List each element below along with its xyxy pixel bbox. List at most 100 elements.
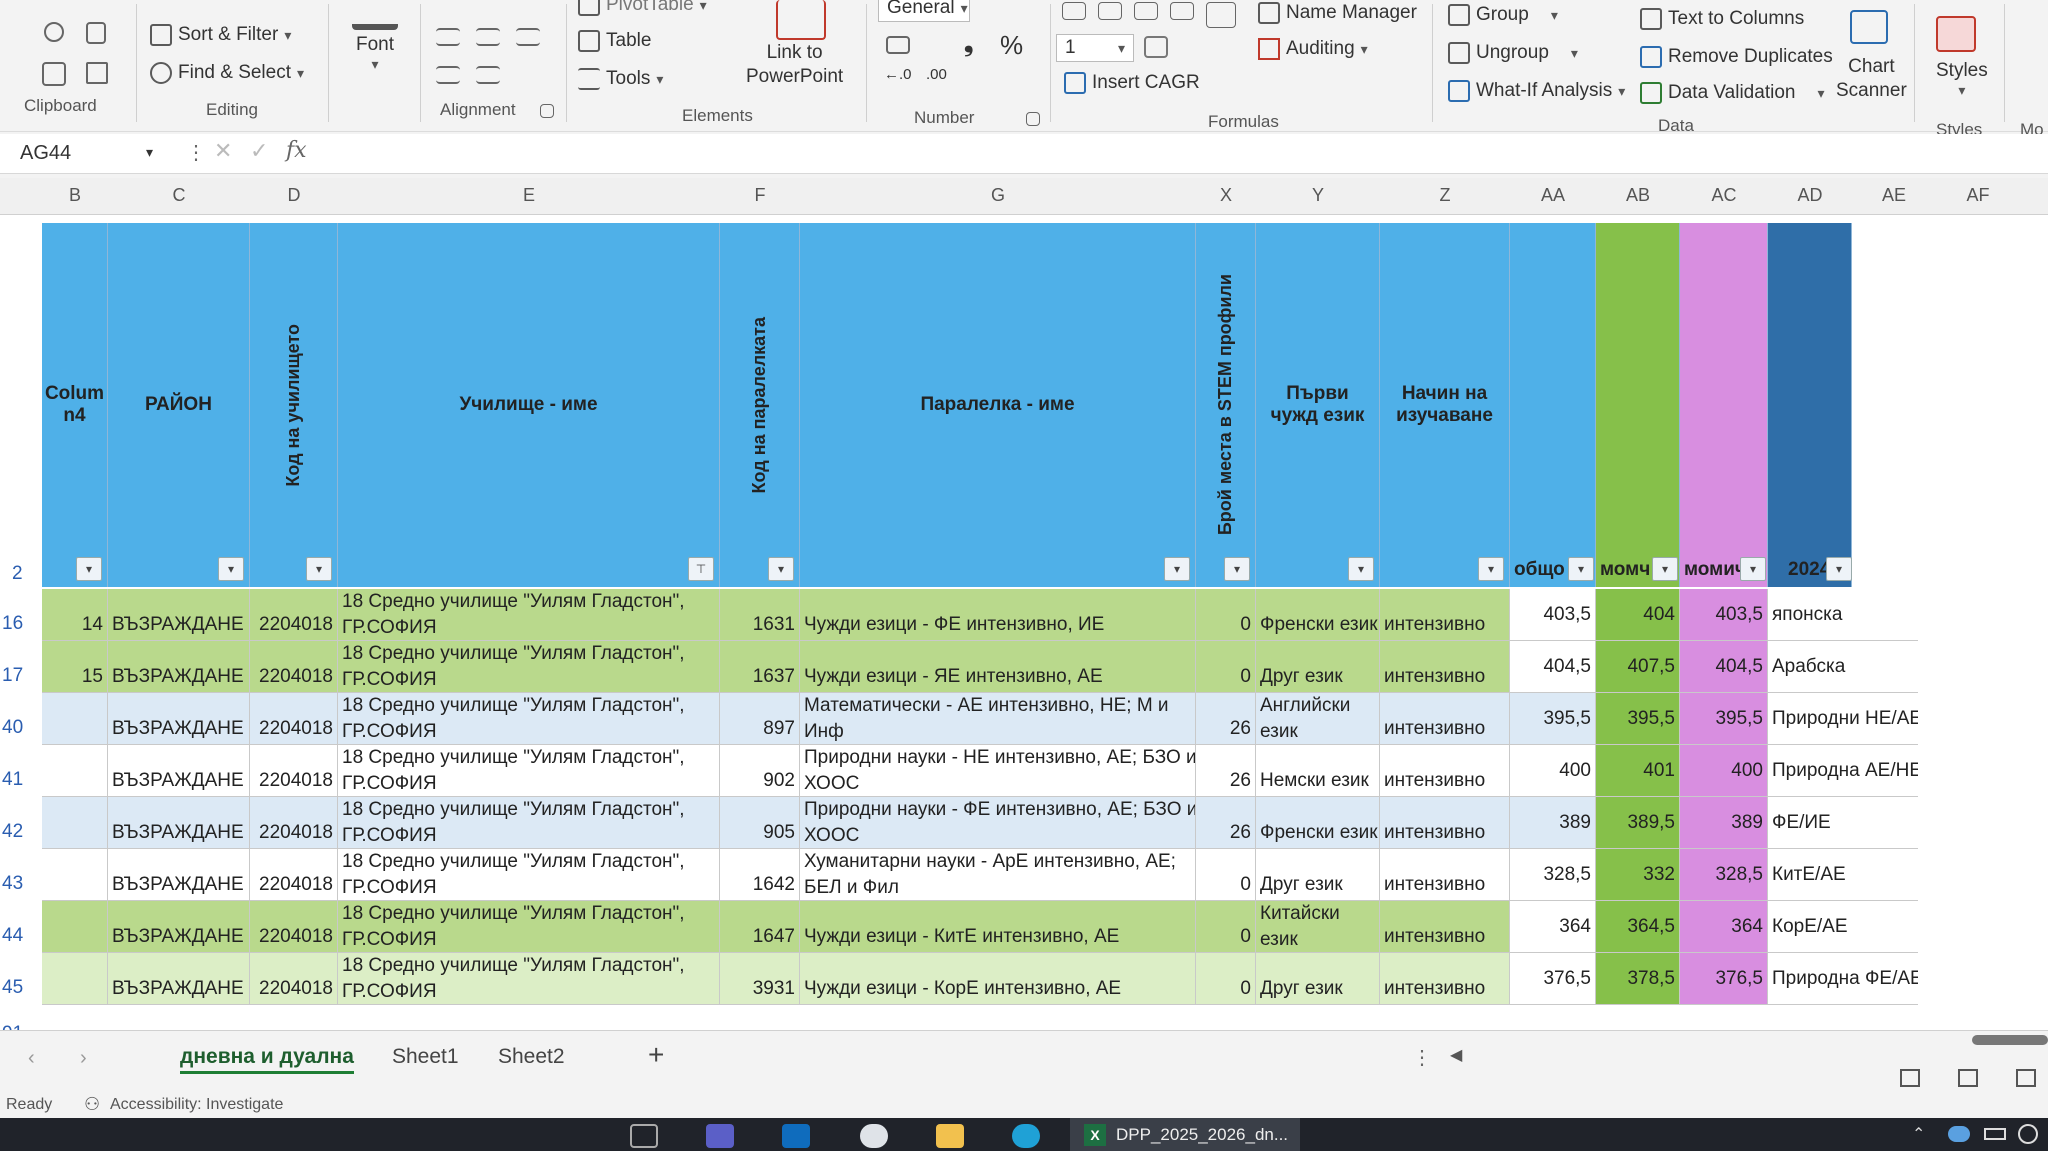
cell-ac[interactable]: 364 [1680,901,1768,952]
cell-y[interactable]: Английски език [1256,693,1380,744]
cell-c[interactable]: ВЪЗРАЖДАНЕ [108,901,250,952]
cell-g[interactable]: Природни науки - НЕ интензивно, АЕ; БЗО … [800,745,1196,796]
cell-d[interactable]: 2204018 [250,849,338,900]
cell-f[interactable]: 1642 [720,849,800,900]
cell-ad[interactable]: ФЕ/ИЕ [1768,797,1918,848]
column-header-f[interactable]: F [720,185,800,215]
chart-scanner-button[interactable]: Chart Scanner [1836,56,1907,102]
filter-dropdown-button[interactable]: ▾ [1652,557,1678,581]
filter-dropdown-button[interactable]: ▾ [1348,557,1374,581]
cell-b[interactable]: 15 [42,641,108,692]
cell-b[interactable] [42,849,108,900]
column-header-aa[interactable]: AA [1510,185,1596,215]
battery-icon[interactable] [1984,1128,2006,1140]
row-number[interactable]: 41 [0,769,38,791]
cut-icon[interactable] [44,22,64,42]
cell-b[interactable] [42,745,108,796]
cell-f[interactable]: 905 [720,797,800,848]
cell-aa[interactable]: 389 [1510,797,1596,848]
insert-cagr-button[interactable]: Insert CAGR [1064,72,1200,94]
filter-dropdown-button[interactable]: ▾ [1164,557,1190,581]
cell-d[interactable]: 2204018 [250,693,338,744]
name-manager-button[interactable]: Name Manager [1258,2,1417,24]
cell-b[interactable] [42,693,108,744]
cell-ad[interactable]: КорЕ/АЕ [1768,901,1918,952]
cell-x[interactable]: 0 [1196,953,1256,1004]
filter-dropdown-button[interactable]: ▾ [1568,557,1594,581]
row-number[interactable]: 2 [10,563,48,585]
paste-icon[interactable] [42,62,66,86]
column-header-af[interactable]: AF [1936,185,2020,215]
cell-b[interactable] [42,797,108,848]
cell-z[interactable]: интензивно [1380,797,1510,848]
cell-f[interactable]: 902 [720,745,800,796]
cell-aa[interactable]: 403,5 [1510,589,1596,640]
cell-ad[interactable]: Природна АЕ/НЕ [1768,745,1918,796]
row-number[interactable]: 44 [0,925,38,947]
cell-b[interactable] [42,953,108,1004]
cell-c[interactable]: ВЪЗРАЖДАНЕ [108,589,250,640]
cloud-icon[interactable] [1948,1126,1970,1142]
cell-z[interactable]: интензивно [1380,589,1510,640]
cell-x[interactable]: 0 [1196,901,1256,952]
stepper-input[interactable]: 1 ▾ [1056,34,1134,62]
filter-dropdown-button[interactable]: ▾ [768,557,794,581]
cell-c[interactable]: ВЪЗРАЖДАНЕ [108,849,250,900]
cell-f[interactable]: 1647 [720,901,800,952]
auditing-button[interactable]: Auditing ▾ [1258,38,1368,60]
cell-c[interactable]: ВЪЗРАЖДАНЕ [108,797,250,848]
calc-icon[interactable] [1144,36,1168,58]
cell-f[interactable]: 3931 [720,953,800,1004]
styles-button[interactable]: Styles ▾ [1936,60,1988,99]
row-number[interactable]: 45 [0,977,38,999]
cell-g[interactable]: Чужди езици - ЯЕ интензивно, АЕ [800,641,1196,692]
remove-duplicates-button[interactable]: Remove Duplicates [1640,46,1833,68]
cell-y[interactable]: Френски език [1256,589,1380,640]
font-button[interactable]: Font ▾ [356,34,394,73]
edge-icon[interactable] [1012,1124,1040,1148]
cell-z[interactable]: интензивно [1380,693,1510,744]
align-right-icon[interactable] [516,28,540,46]
chrome-icon[interactable] [860,1124,888,1148]
cell-ac[interactable]: 404,5 [1680,641,1768,692]
cell-ad[interactable]: Арабска [1768,641,1918,692]
cell-ac[interactable]: 395,5 [1680,693,1768,744]
cell-e[interactable]: 18 Средно училище "Уилям Гладстон", ГР.СО… [338,953,720,1004]
cell-ab[interactable]: 395,5 [1596,693,1680,744]
dialog-launcher-icon[interactable] [1026,112,1040,126]
column-header-g[interactable]: G [800,185,1196,215]
column-header-ac[interactable]: AC [1680,185,1768,215]
column-header-ae[interactable]: AE [1852,185,1936,215]
filter-applied-button[interactable]: ⊤ [688,557,714,581]
scroll-tabs-left-icon[interactable]: ‹ [28,1047,35,1070]
cell-y[interactable]: Друг език [1256,849,1380,900]
row-number[interactable]: 42 [0,821,38,843]
autosum-icon[interactable] [1062,2,1086,20]
cell-f[interactable]: 1637 [720,641,800,692]
accessibility-icon[interactable]: ⚇ [84,1094,100,1115]
scroll-tabs-right-icon[interactable]: › [80,1047,87,1070]
cell-d[interactable]: 2204018 [250,901,338,952]
data-validation-button[interactable]: Data Validation ▾ [1640,82,1824,104]
row-number[interactable]: 16 [0,613,38,635]
row-number[interactable]: 40 [0,717,38,739]
cell-x[interactable]: 26 [1196,693,1256,744]
evaluate-icon[interactable] [1170,2,1194,20]
increase-indent-icon[interactable] [476,66,500,84]
step-up-icon[interactable] [1098,2,1122,20]
cell-ad[interactable]: японска [1768,589,1918,640]
cell-z[interactable]: интензивно [1380,953,1510,1004]
formula-input[interactable] [330,138,2030,170]
excel-taskbar-button[interactable]: X DPP_2025_2026_dn... [1070,1118,1300,1151]
cell-b[interactable]: 14 [42,589,108,640]
cell-x[interactable]: 26 [1196,797,1256,848]
cell-aa[interactable]: 364 [1510,901,1596,952]
column-header-c[interactable]: C [108,185,250,215]
cell-y[interactable]: Френски език [1256,797,1380,848]
page-break-icon[interactable] [2016,1069,2036,1087]
format-painter-icon[interactable] [86,62,108,84]
enter-icon[interactable]: ✓ [250,138,268,164]
more-options-icon[interactable]: ⋮ [186,140,206,165]
tab-sheet1[interactable]: Sheet1 [392,1045,459,1069]
cell-d[interactable]: 2204018 [250,953,338,1004]
